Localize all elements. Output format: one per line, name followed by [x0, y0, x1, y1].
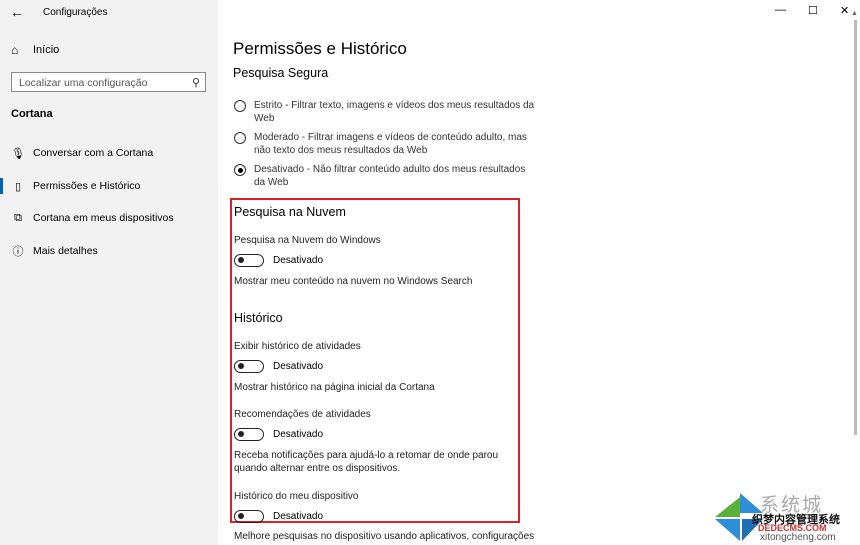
radio-strict[interactable]: Estrito - Filtrar texto, imagens e vídeo… [234, 99, 554, 125]
activity-history-toggle[interactable] [234, 360, 264, 373]
cloud-search-title: Pesquisa na Nuvem [234, 205, 346, 219]
sidebar-item-more-details[interactable]: ⓘ Mais detalhes [0, 240, 218, 262]
cloud-search-label: Pesquisa na Nuvem do Windows [234, 235, 381, 246]
radio-button[interactable] [234, 100, 246, 112]
sidebar-item-label: Mais detalhes [33, 245, 98, 257]
device-history-description: Melhore pesquisas no dispositivo usando … [234, 531, 535, 542]
radio-label: Desativado - Não filtrar conteúdo adulto… [254, 164, 526, 188]
activity-history-label: Exibir histórico de atividades [234, 341, 361, 352]
scrollbar-thumb[interactable] [854, 20, 857, 435]
recommendations-label: Recomendações de atividades [234, 409, 371, 420]
radio-label: Moderado - Filtrar imagens e vídeos de c… [254, 132, 527, 156]
section-title: Cortana [11, 108, 53, 120]
sidebar-item-label: Conversar com a Cortana [33, 147, 154, 159]
page-title: Permissões e Histórico [233, 39, 407, 58]
toggle-state: Desativado [273, 511, 324, 522]
device-history-toggle[interactable] [234, 510, 264, 523]
search-icon[interactable]: ⚲ [192, 76, 200, 89]
sidebar-item-label: Permissões e Histórico [33, 180, 141, 192]
recommendations-description-2: quando alternar entre os dispositivos. [234, 463, 401, 474]
sidebar-item-cortana-devices[interactable]: ⧉ Cortana em meus dispositivos [0, 207, 218, 229]
radio-button[interactable] [234, 132, 246, 144]
cloud-search-toggle-row[interactable]: Desativado [234, 254, 323, 267]
sidebar-item-talk-to-cortana[interactable]: 🎙︎ Conversar com a Cortana [0, 142, 218, 164]
radio-label: Estrito - Filtrar texto, imagens e vídeo… [254, 100, 535, 124]
sidebar-item-label: Cortana em meus dispositivos [33, 212, 174, 224]
sidebar-item-permissions-history[interactable]: ▯ Permissões e Histórico [0, 175, 218, 197]
permissions-icon: ▯ [14, 180, 22, 193]
scroll-up-arrow-icon[interactable]: ▲ [851, 10, 858, 17]
radio-off[interactable]: Desativado - Não filtrar conteúdo adulto… [234, 163, 554, 189]
device-history-toggle-row[interactable]: Desativado [234, 510, 323, 523]
home-icon: ⌂ [11, 43, 19, 57]
recommendations-description-1: Receba notificações para ajudá-lo a reto… [234, 450, 499, 461]
sidebar: ← Configurações ⌂ Início ⚲ Cortana 🎙︎ Co… [0, 0, 218, 545]
activity-history-toggle-row[interactable]: Desativado [234, 360, 323, 373]
back-arrow-icon[interactable]: ← [10, 5, 24, 19]
toggle-state: Desativado [273, 429, 324, 440]
activity-history-description: Mostrar histórico na página inicial da C… [234, 382, 435, 393]
radio-moderate[interactable]: Moderado - Filtrar imagens e vídeos de c… [234, 131, 554, 157]
toggle-state: Desativado [273, 361, 324, 372]
home-label: Início [33, 44, 60, 56]
search-input[interactable] [12, 74, 189, 89]
recommendations-toggle[interactable] [234, 428, 264, 441]
watermark-site-2: xitongcheng.com [760, 532, 836, 543]
radio-button-selected[interactable] [234, 164, 246, 176]
history-title: Histórico [234, 311, 283, 325]
home-nav-item[interactable]: ⌂ Início [11, 43, 59, 57]
app-title: Configurações [43, 7, 108, 18]
cloud-search-toggle[interactable] [234, 254, 264, 267]
recommendations-toggle-row[interactable]: Desativado [234, 428, 323, 441]
devices-icon: ⧉ [14, 211, 22, 224]
microphone-icon: 🎙︎ [11, 147, 25, 160]
device-history-label: Histórico do meu dispositivo [234, 491, 359, 502]
toggle-state: Desativado [273, 255, 324, 266]
info-icon: ⓘ [12, 246, 24, 258]
safe-search-title: Pesquisa Segura [233, 66, 329, 80]
search-box[interactable]: ⚲ [11, 72, 206, 92]
cloud-search-description: Mostrar meu conteúdo na nuvem no Windows… [234, 276, 473, 287]
